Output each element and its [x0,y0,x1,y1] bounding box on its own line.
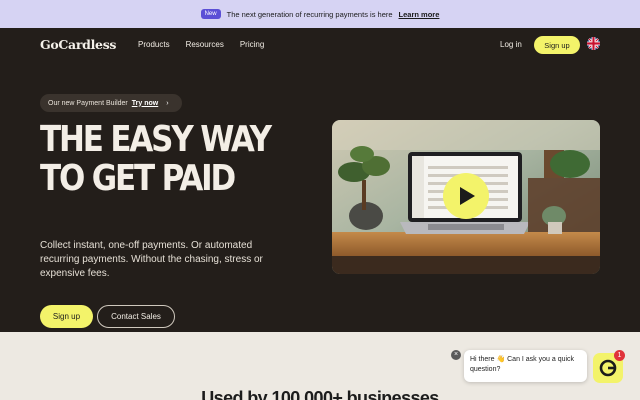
headline-line-2: TO GET PAID [40,158,236,199]
businesses-heading: Used by 100,000+ businesses [201,388,439,400]
contact-sales-button[interactable]: Contact Sales [97,305,175,328]
headline-line-1: THE EASY WAY [40,119,272,160]
nav-signup-button[interactable]: Sign up [534,36,580,54]
uk-flag-icon[interactable] [587,37,600,50]
hero-section: GoCardless Products Resources Pricing Lo… [0,28,640,332]
hero-signup-button[interactable]: Sign up [40,305,93,328]
hero-subtext: Collect instant, one-off payments. Or au… [40,240,263,279]
nav-links: Products Resources Pricing [138,40,264,49]
hero-video[interactable] [332,120,600,274]
learn-more-link[interactable]: Learn more [399,10,440,19]
chat-logo-icon [599,359,617,377]
hero-headline: THE EASY WAY TO GET PAID [40,119,272,199]
close-icon[interactable]: × [451,350,461,360]
nav-resources[interactable]: Resources [186,40,224,49]
pill-text: Our new Payment Builder [48,99,128,107]
chat-message-bubble[interactable]: Hi there 👋 Can I ask you a quick questio… [464,350,587,382]
logo[interactable]: GoCardless [40,37,116,52]
payment-builder-pill[interactable]: Our new Payment Builder Try now › [40,94,182,112]
nav-products[interactable]: Products [138,40,170,49]
announcement-bar: New The next generation of recurring pay… [0,0,640,28]
new-badge: New [200,9,221,19]
chevron-right-icon: › [166,99,169,107]
announcement-text: The next generation of recurring payment… [226,9,393,19]
try-now-link[interactable]: Try now [132,100,158,107]
unread-badge: 1 [614,350,625,361]
nav-pricing[interactable]: Pricing [240,40,264,49]
login-link[interactable]: Log in [500,40,522,49]
top-nav: GoCardless Products Resources Pricing Lo… [0,28,640,62]
video-thumbnail [332,120,600,274]
